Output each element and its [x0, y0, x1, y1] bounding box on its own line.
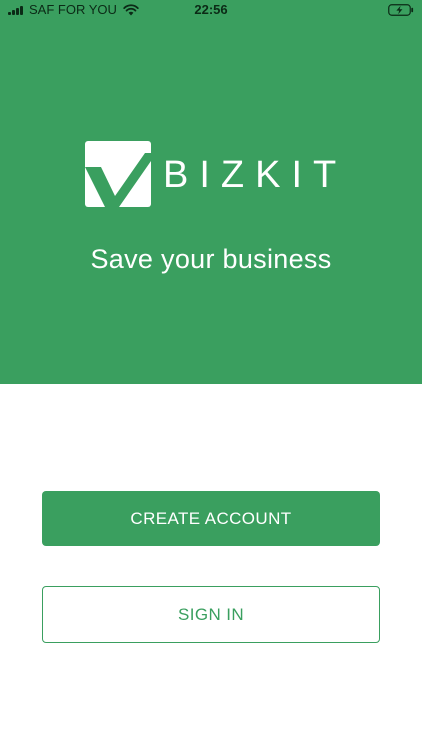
- wifi-icon: [123, 4, 139, 16]
- create-account-label: CREATE ACCOUNT: [130, 508, 292, 528]
- create-account-button[interactable]: CREATE ACCOUNT: [42, 491, 380, 546]
- status-bar: SAF FOR YOU 22:56: [0, 0, 422, 20]
- tagline: Save your business: [90, 244, 332, 274]
- brand-name: BIZKIT: [163, 154, 348, 196]
- battery-charging-icon: [388, 4, 414, 16]
- sign-in-button[interactable]: SIGN IN: [42, 586, 380, 643]
- hero-header: BIZKIT Save your business: [0, 20, 422, 384]
- carrier-name: SAF FOR YOU: [29, 2, 117, 17]
- status-left: SAF FOR YOU: [8, 3, 139, 17]
- status-time: 22:56: [194, 2, 228, 17]
- sign-in-label: SIGN IN: [177, 604, 245, 624]
- check-mark-logo-icon: [85, 141, 151, 207]
- brand-logo: BIZKIT: [85, 141, 347, 207]
- signal-icon: [8, 5, 23, 15]
